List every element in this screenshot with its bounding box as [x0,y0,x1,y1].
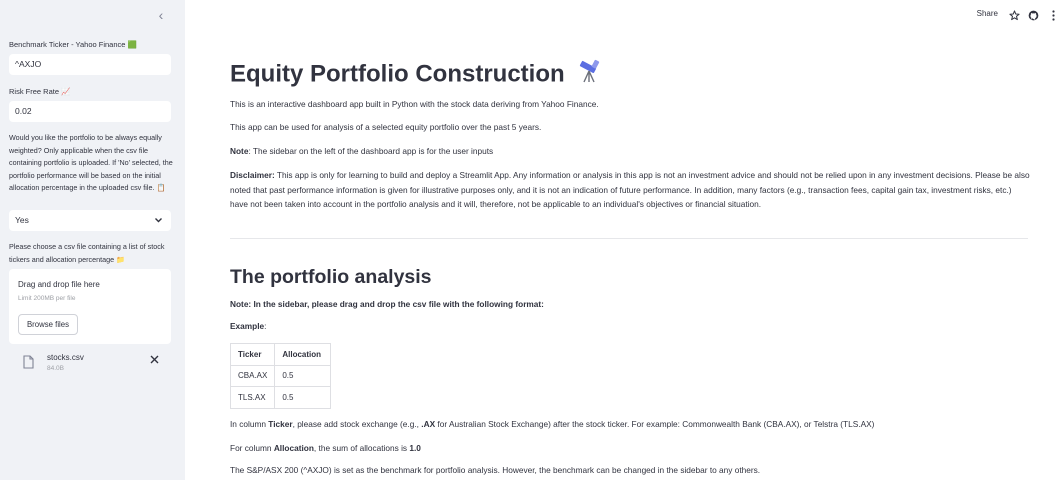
benchmark-ticker-label: Benchmark Ticker - Yahoo Finance 🟩 [9,40,137,49]
disclaimer-text: This app is only for learning to build a… [230,170,1030,209]
ticker-bold: Ticker [268,419,293,429]
table-header-ticker: Ticker [229,343,276,366]
allocation-instruction: For column Allocation, the sum of alloca… [230,441,421,456]
chevron-down-icon [154,210,163,239]
example-colon: : [264,321,267,331]
file-size: 84.0B [47,365,64,372]
share-button[interactable]: Share [977,9,998,18]
telescope-icon [577,58,603,92]
table-cell: 0.5 [274,364,332,387]
top-toolbar: Share [958,0,1058,28]
example-table: Ticker Allocation CBA.AX 0.5 TLS.AX 0.5 [229,343,332,409]
equal-weight-question: Would you like the portfolio to be alway… [9,133,173,193]
ticker-pre: In column [230,419,269,429]
collapse-sidebar-icon[interactable]: ‹ [155,8,167,22]
disclaimer-paragraph: Disclaimer: This app is only for learnin… [230,168,1030,212]
format-note: Note: In the sidebar, please drag and dr… [230,299,544,309]
table-cell: 0.5 [274,386,332,409]
page-title: Equity Portfolio Construction [230,58,603,92]
example-label: Example: [230,319,266,334]
alloc-mid: , the sum of allocations is [313,443,410,453]
note-paragraph: Note: The sidebar on the left of the das… [230,144,493,159]
risk-free-rate-input[interactable]: 0.02 [9,101,171,122]
equal-weight-selected-value: Yes [15,215,29,225]
page-title-text: Equity Portfolio Construction [230,60,565,88]
dropzone-title: Drag and drop file here [18,280,100,289]
ticker-ax: .AX [421,419,436,429]
sidebar: ‹ Benchmark Ticker - Yahoo Finance 🟩 ^AX… [0,0,185,480]
dropzone-limit: Limit 200MB per file [18,295,76,302]
table-row: TLS.AX 0.5 [229,386,332,409]
table-row: CBA.AX 0.5 [229,364,332,387]
star-icon[interactable] [1009,8,1020,21]
github-icon[interactable] [1028,8,1039,21]
divider [230,238,1028,239]
example-label-text: Example [230,321,265,331]
file-icon [23,355,34,369]
risk-free-rate-label: Risk Free Rate 📈 [9,87,71,96]
remove-file-icon[interactable] [150,355,159,367]
table-cell: TLS.AX [229,386,276,409]
csv-upload-label: Please choose a csv file containing a li… [9,242,165,264]
alloc-value: 1.0 [409,443,421,453]
benchmark-ticker-input[interactable]: ^AXJO [9,54,171,75]
file-dropzone[interactable]: Drag and drop file here Limit 200MB per … [9,269,171,344]
table-cell: CBA.AX [229,364,276,387]
browse-files-button[interactable]: Browse files [18,314,78,335]
intro-paragraph-2: This app can be used for analysis of a s… [230,122,542,132]
note-label: Note [230,146,249,156]
uploaded-file: stocks.csv 84.0B [9,347,171,377]
ticker-instruction: In column Ticker, please add stock excha… [230,417,874,432]
table-header-row: Ticker Allocation [229,343,332,366]
ticker-mid: , please add stock exchange (e.g., [292,419,422,429]
disclaimer-label: Disclaimer: [230,170,275,180]
alloc-pre: For column [230,443,274,453]
alloc-bold: Allocation [273,443,314,453]
more-menu-icon[interactable] [1051,8,1056,21]
section-title: The portfolio analysis [230,266,432,288]
ticker-post: for Australian Stock Exchange) after the… [435,419,875,429]
table-header-allocation: Allocation [274,343,332,366]
note-text: : The sidebar on the left of the dashboa… [248,146,494,156]
file-name: stocks.csv [47,353,84,362]
equal-weight-select[interactable]: Yes [9,210,171,231]
benchmark-note: The S&P/ASX 200 (^AXJO) is set as the be… [230,465,761,475]
intro-paragraph-1: This is an interactive dashboard app bui… [230,99,599,109]
